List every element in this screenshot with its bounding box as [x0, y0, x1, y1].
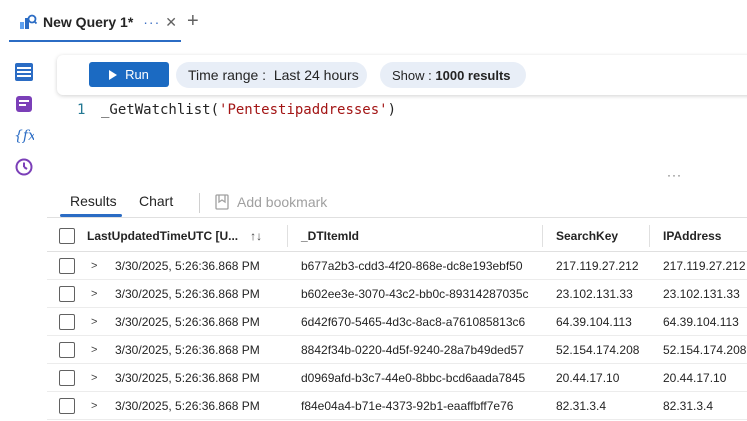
column-header-searchkey[interactable]: SearchKey: [556, 219, 618, 252]
show-label: Show :: [392, 67, 432, 83]
row-checkbox[interactable]: [59, 314, 75, 330]
column-label-ipaddress: IPAddress: [663, 228, 722, 243]
cell-ipaddress: 82.31.3.4: [663, 399, 714, 413]
cell-searchkey: 217.119.27.212: [556, 259, 639, 273]
tab-more-icon[interactable]: ···: [143, 14, 160, 30]
tab-chart[interactable]: Chart: [139, 193, 173, 209]
query-toolbar: Run Time range : Last 24 hours Show : 10…: [57, 55, 747, 95]
tab-divider: [199, 193, 200, 213]
time-range-picker[interactable]: Time range : Last 24 hours: [176, 62, 367, 88]
functions-icon[interactable]: {fx}: [14, 125, 34, 145]
query-editor[interactable]: Run Time range : Last 24 hours Show : 10…: [47, 46, 747, 182]
column-header-itemid[interactable]: _DTItemId: [301, 219, 359, 252]
cell-ipaddress: 64.39.104.113: [663, 315, 739, 329]
left-rail: {fx}: [0, 46, 47, 421]
add-tab-icon[interactable]: +: [187, 10, 199, 33]
cell-itemid: f84e04a4-b71e-4373-92b1-eaaffbff7e76: [301, 399, 514, 413]
table-row[interactable]: > 3/30/2025, 5:26:36.868 PM f84e04a4-b71…: [47, 392, 747, 420]
chevron-right-icon[interactable]: >: [91, 344, 97, 356]
column-separator[interactable]: [542, 225, 543, 247]
add-bookmark-button[interactable]: Add bookmark: [215, 194, 327, 210]
tables-icon[interactable]: [14, 62, 34, 82]
code-line-1[interactable]: 1 _GetWatchlist('Pentestipaddresses'): [77, 102, 396, 118]
cell-searchkey: 20.44.17.10: [556, 371, 620, 385]
show-value: 1000 results: [435, 67, 511, 83]
time-range-label: Time range :: [188, 67, 267, 83]
select-all-checkbox[interactable]: [59, 227, 75, 244]
show-results-picker[interactable]: Show : 1000 results: [380, 62, 526, 88]
chevron-right-icon[interactable]: >: [91, 372, 97, 384]
column-label-itemid: _DTItemId: [301, 228, 360, 243]
chevron-right-icon[interactable]: >: [91, 260, 97, 272]
row-checkbox[interactable]: [59, 342, 75, 358]
active-tab-indicator: [60, 214, 122, 217]
grid-header: LastUpdatedTimeUTC [U... ↑↓ _DTItemId Se…: [47, 219, 747, 252]
column-header-ipaddress[interactable]: IPAddress: [663, 219, 721, 252]
code-paren: ): [387, 102, 397, 118]
table-row[interactable]: > 3/30/2025, 5:26:36.868 PM d0969afd-b3c…: [47, 364, 747, 392]
line-number: 1: [77, 102, 86, 118]
query-tab-icon: [20, 14, 37, 29]
row-checkbox[interactable]: [59, 286, 75, 302]
code-function: _GetWatchlist(: [101, 102, 220, 118]
run-button[interactable]: Run: [89, 62, 169, 87]
cell-itemid: b602ee3e-3070-43c2-bb0c-89314287035c: [301, 287, 529, 301]
run-label: Run: [125, 67, 149, 82]
table-row[interactable]: > 3/30/2025, 5:26:36.868 PM 8842f34b-022…: [47, 336, 747, 364]
results-rows: > 3/30/2025, 5:26:36.868 PM b677a2b3-cdd…: [47, 252, 747, 420]
cell-searchkey: 64.39.104.113: [556, 315, 632, 329]
results-tabs: Results Chart Add bookmark: [47, 178, 747, 218]
cell-time: 3/30/2025, 5:26:36.868 PM: [115, 343, 260, 357]
cell-searchkey: 23.102.131.33: [556, 287, 633, 301]
tab-bar: New Query 1* ··· ✕ +: [0, 0, 747, 46]
cell-time: 3/30/2025, 5:26:36.868 PM: [115, 315, 260, 329]
row-checkbox[interactable]: [59, 398, 75, 414]
tab-new-query[interactable]: New Query 1* ··· ✕: [9, 4, 181, 42]
column-separator[interactable]: [649, 225, 650, 247]
cell-time: 3/30/2025, 5:26:36.868 PM: [115, 371, 260, 385]
chevron-right-icon[interactable]: >: [91, 316, 97, 328]
table-row[interactable]: > 3/30/2025, 5:26:36.868 PM b602ee3e-307…: [47, 280, 747, 308]
bookmark-icon: [215, 194, 229, 210]
column-label-searchkey: SearchKey: [556, 228, 619, 243]
chevron-right-icon[interactable]: >: [91, 400, 97, 412]
cell-itemid: b677a2b3-cdd3-4f20-868e-dc8e193ebf50: [301, 259, 523, 273]
cell-itemid: 8842f34b-0220-4d5f-9240-28a7b49ded57: [301, 343, 524, 357]
select-all-cell: [59, 219, 75, 252]
tab-close-icon[interactable]: ✕: [165, 14, 177, 31]
chevron-right-icon[interactable]: >: [91, 288, 97, 300]
svg-text:{fx}: {fx}: [14, 128, 34, 144]
row-checkbox[interactable]: [59, 258, 75, 274]
time-range-value: Last 24 hours: [273, 67, 359, 83]
cell-ipaddress: 217.119.27.212: [663, 259, 746, 273]
cell-searchkey: 52.154.174.208: [556, 343, 640, 357]
column-header-time[interactable]: LastUpdatedTimeUTC [U... ↑↓: [87, 219, 277, 252]
column-separator[interactable]: [287, 225, 288, 247]
cell-time: 3/30/2025, 5:26:36.868 PM: [115, 399, 260, 413]
cell-ipaddress: 23.102.131.33: [663, 287, 740, 301]
cell-ipaddress: 52.154.174.208: [663, 343, 747, 357]
cell-time: 3/30/2025, 5:26:36.868 PM: [115, 287, 260, 301]
row-checkbox[interactable]: [59, 370, 75, 386]
cell-searchkey: 82.31.3.4: [556, 399, 607, 413]
queries-icon[interactable]: [14, 94, 34, 114]
add-bookmark-label: Add bookmark: [237, 194, 328, 210]
code-string: 'Pentestipaddresses': [219, 102, 388, 118]
tab-title: New Query 1*: [43, 14, 134, 30]
sort-icon[interactable]: ↑↓: [250, 229, 262, 243]
column-label-time: LastUpdatedTimeUTC [U...: [87, 228, 239, 243]
table-row[interactable]: > 3/30/2025, 5:26:36.868 PM 6d42f670-546…: [47, 308, 747, 336]
tab-results[interactable]: Results: [70, 193, 117, 209]
cell-itemid: 6d42f670-5465-4d3c-8ac8-a761085813c6: [301, 315, 526, 329]
history-icon[interactable]: [14, 157, 34, 177]
cell-time: 3/30/2025, 5:26:36.868 PM: [115, 259, 260, 273]
cell-itemid: d0969afd-b3c7-44e0-8bbc-bcd6aada7845: [301, 371, 526, 385]
cell-ipaddress: 20.44.17.10: [663, 371, 727, 385]
play-icon: [109, 69, 118, 80]
results-pane: Results Chart Add bookmark LastUpdatedTi…: [47, 178, 747, 421]
table-row[interactable]: > 3/30/2025, 5:26:36.868 PM b677a2b3-cdd…: [47, 252, 747, 280]
